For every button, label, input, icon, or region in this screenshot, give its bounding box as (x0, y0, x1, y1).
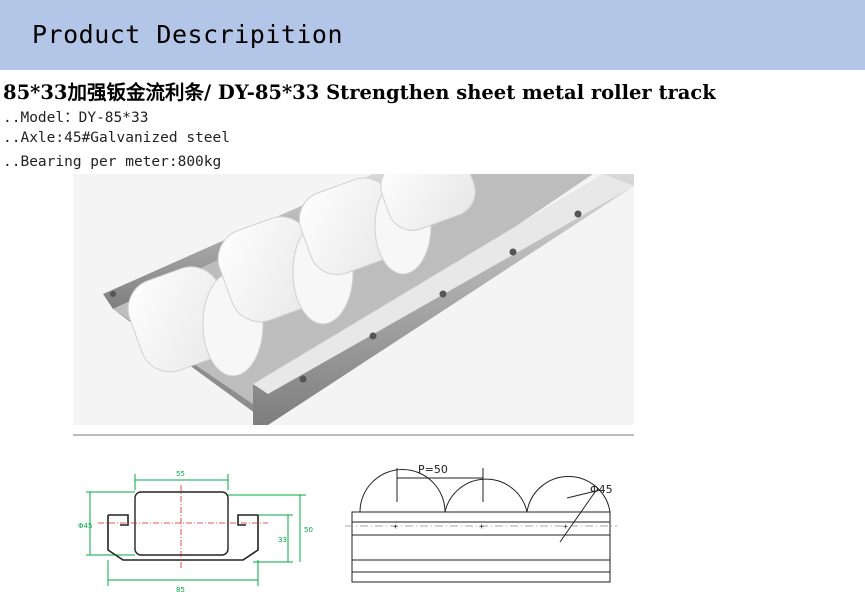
svg-text:+: + (479, 522, 484, 531)
cross-section-drawing: 55 85 Φ45 33 50 (78, 470, 313, 594)
product-photo (73, 174, 634, 425)
dim-top: 55 (176, 470, 185, 478)
dim-bottom: 85 (176, 586, 185, 594)
spec-model: ..Model：DY-85*33 (3, 110, 149, 126)
spec-bearing: ..Bearing per meter:800kg (3, 154, 222, 170)
svg-text:+: + (563, 522, 568, 531)
dim-left: Φ45 (78, 522, 92, 530)
header-banner: Product Descripition (0, 0, 865, 70)
pitch-label: P=50 (418, 463, 448, 476)
dim-right: 50 (304, 526, 313, 534)
page-title: Product Descripition (32, 20, 344, 49)
side-view-drawing: P=50 Φ45 + + + (345, 463, 617, 583)
divider-line (73, 434, 634, 436)
svg-text:+: + (393, 522, 398, 531)
dim-inner: 33 (278, 536, 287, 544)
diameter-label: Φ45 (590, 483, 613, 496)
product-heading: 85*33加强钣金流利条/ DY-85*33 Strengthen sheet … (3, 81, 716, 104)
spec-axle: ..Axle:45#Galvanized steel (3, 130, 230, 146)
